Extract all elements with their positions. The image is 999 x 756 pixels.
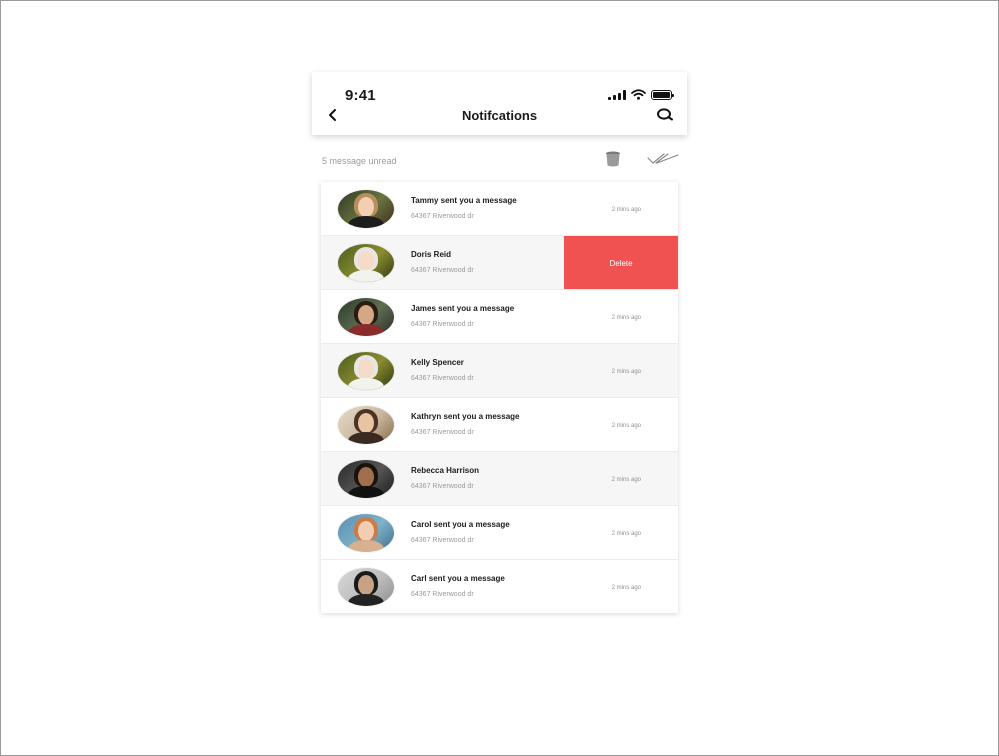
avatar bbox=[338, 460, 394, 498]
notification-subtitle: 64367 Riverwood dr bbox=[411, 591, 474, 598]
notification-title: Carol sent you a message bbox=[411, 520, 510, 529]
notification-title: Kelly Spencer bbox=[411, 358, 464, 367]
notification-row[interactable]: Kathryn sent you a message 64367 Riverwo… bbox=[321, 398, 678, 452]
battery-icon bbox=[651, 89, 674, 100]
notification-list: Tammy sent you a message 64367 Riverwood… bbox=[321, 182, 678, 613]
notification-title: Carl sent you a message bbox=[411, 574, 505, 583]
notification-title: Rebecca Harrison bbox=[411, 466, 480, 475]
notification-time: 2 mins ago bbox=[611, 531, 641, 537]
notification-time: 2 mins ago bbox=[611, 423, 641, 429]
app-header: 9:41 Notifcations bbox=[312, 72, 687, 135]
notification-title: Tammy sent you a message bbox=[411, 196, 517, 205]
search-icon[interactable] bbox=[656, 107, 674, 123]
trash-icon[interactable] bbox=[604, 150, 622, 168]
avatar bbox=[338, 514, 394, 552]
notification-time: 2 mins ago bbox=[611, 369, 641, 375]
double-check-icon[interactable] bbox=[647, 152, 679, 166]
avatar bbox=[338, 244, 394, 282]
notification-row[interactable]: Carol sent you a message 64367 Riverwood… bbox=[321, 506, 678, 560]
notification-subtitle: 64367 Riverwood dr bbox=[411, 321, 474, 328]
notification-subtitle: 64367 Riverwood dr bbox=[411, 537, 474, 544]
notification-time: 2 mins ago bbox=[611, 315, 641, 321]
status-time: 9:41 bbox=[345, 87, 376, 104]
notification-row[interactable]: Kelly Spencer 64367 Riverwood dr 2 mins … bbox=[321, 344, 678, 398]
notification-row[interactable]: James sent you a message 64367 Riverwood… bbox=[321, 290, 678, 344]
avatar bbox=[338, 406, 394, 444]
notification-time: 2 mins ago bbox=[611, 585, 641, 591]
notification-title: James sent you a message bbox=[411, 304, 515, 313]
notification-row[interactable]: Rebecca Harrison 64367 Riverwood dr 2 mi… bbox=[321, 452, 678, 506]
notification-row[interactable]: Tammy sent you a message 64367 Riverwood… bbox=[321, 182, 678, 236]
avatar bbox=[338, 352, 394, 390]
notification-title: Kathryn sent you a message bbox=[411, 412, 520, 421]
unread-count: 5 message unread bbox=[322, 156, 397, 166]
signal-icon bbox=[608, 89, 626, 100]
notification-row[interactable]: Doris Reid 64367 Riverwood dr Delete bbox=[321, 236, 678, 290]
delete-button[interactable]: Delete bbox=[564, 236, 678, 289]
page-title: Notifcations bbox=[461, 108, 538, 123]
avatar bbox=[338, 298, 394, 336]
avatar bbox=[338, 568, 394, 606]
notification-row[interactable]: Carl sent you a message 64367 Riverwood … bbox=[321, 560, 678, 614]
notification-time: 2 mins ago bbox=[611, 207, 641, 213]
notification-time: 2 mins ago bbox=[611, 477, 641, 483]
wifi-icon bbox=[631, 89, 646, 100]
notification-subtitle: 64367 Riverwood dr bbox=[411, 213, 474, 220]
avatar bbox=[338, 190, 394, 228]
notification-subtitle: 64367 Riverwood dr bbox=[411, 267, 474, 274]
notification-title: Doris Reid bbox=[411, 250, 452, 259]
notification-subtitle: 64367 Riverwood dr bbox=[411, 483, 474, 490]
status-icons bbox=[608, 89, 674, 100]
notification-subtitle: 64367 Riverwood dr bbox=[411, 429, 474, 436]
notification-subtitle: 64367 Riverwood dr bbox=[411, 375, 474, 382]
